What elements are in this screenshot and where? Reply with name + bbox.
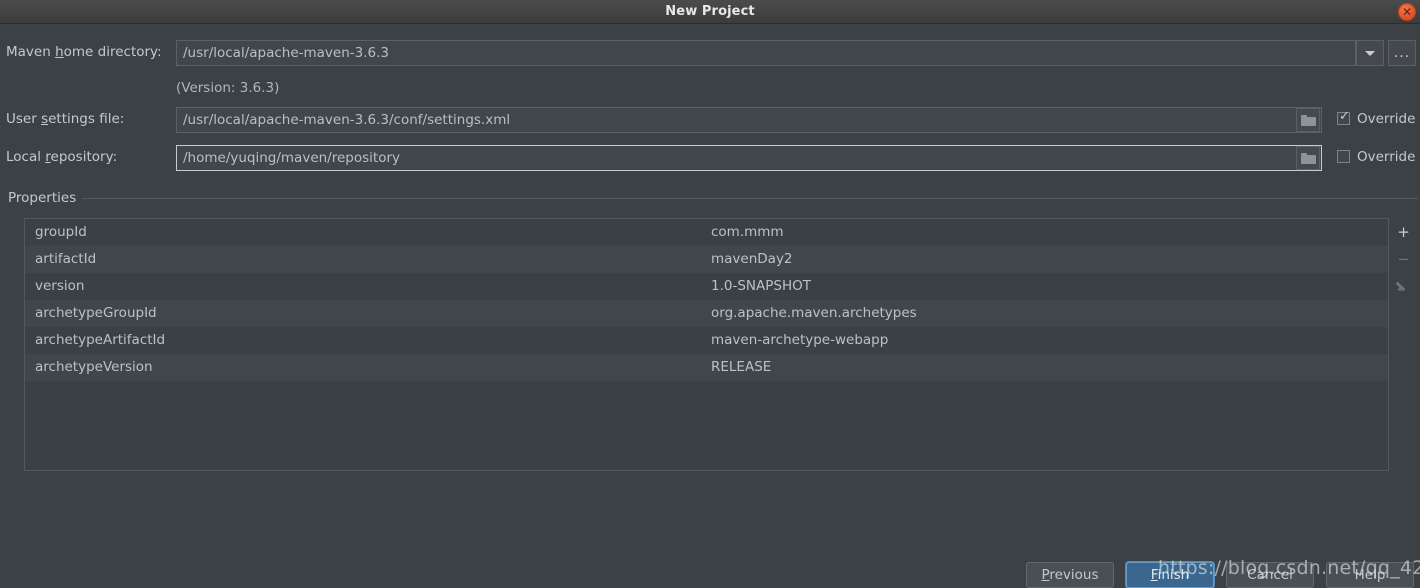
table-row[interactable]: artifactId mavenDay2 [25,246,1388,273]
user-settings-input[interactable]: /usr/local/apache-maven-3.6.3/conf/setti… [176,107,1322,133]
user-settings-browse-button[interactable] [1296,108,1320,132]
cancel-button[interactable]: Cancel [1226,562,1314,588]
property-key: version [35,278,85,294]
table-row[interactable]: groupId com.mmm [25,219,1388,246]
property-key: artifactId [35,251,97,267]
maven-home-label: Maven home directory: [6,44,162,60]
properties-group-title: Properties [8,190,83,206]
folder-icon [1301,153,1316,164]
new-project-dialog: New Project ✕ Maven home directory: /usr… [0,0,1420,588]
property-key: archetypeArtifactId [35,332,166,348]
folder-icon [1301,115,1316,126]
property-value: 1.0-SNAPSHOT [711,278,811,294]
local-repository-browse-button[interactable] [1296,146,1320,170]
add-property-button[interactable]: + [1390,219,1417,246]
local-repository-label: Local repository: [6,149,118,165]
check-glyph: ✓ [1339,109,1350,124]
close-icon[interactable]: ✕ [1398,3,1416,21]
property-key: archetypeVersion [35,359,153,375]
maven-version-note: (Version: 3.6.3) [176,80,280,96]
local-repository-override-checkbox[interactable] [1337,150,1350,163]
plus-icon: + [1397,223,1410,241]
help-button[interactable]: Help [1326,562,1414,588]
property-value: mavenDay2 [711,251,793,267]
table-row[interactable]: archetypeVersion RELEASE [25,354,1388,381]
property-key: archetypeGroupId [35,305,157,321]
property-value: RELEASE [711,359,772,375]
maven-home-dropdown-button[interactable] [1356,40,1384,66]
properties-table-body: groupId com.mmm artifactId mavenDay2 ver… [25,219,1388,381]
previous-button[interactable]: Previous [1026,562,1114,588]
local-repository-input[interactable]: /home/yuqing/maven/repository [176,145,1322,171]
property-key: groupId [35,224,87,240]
close-glyph: ✕ [1401,5,1413,19]
property-value: com.mmm [711,224,784,240]
table-row[interactable]: version 1.0-SNAPSHOT [25,273,1388,300]
minus-icon: − [1397,250,1410,268]
edit-property-button[interactable] [1390,273,1417,300]
local-repository-override-label: Override [1357,149,1416,165]
table-row[interactable]: archetypeArtifactId maven-archetype-weba… [25,327,1388,354]
title-bar: New Project ✕ [0,0,1420,24]
table-row[interactable]: archetypeGroupId org.apache.maven.archet… [25,300,1388,327]
chevron-down-icon [1365,51,1375,56]
user-settings-override-label: Override [1357,111,1416,127]
user-settings-override-checkbox[interactable]: ✓ [1337,109,1350,125]
ellipsis-icon: ... [1393,45,1411,61]
user-settings-label: User settings file: [6,111,125,127]
maven-home-input[interactable]: /usr/local/apache-maven-3.6.3 [176,40,1356,66]
remove-property-button[interactable]: − [1390,246,1417,273]
property-value: org.apache.maven.archetypes [711,305,917,321]
maven-home-browse-button[interactable]: ... [1388,40,1416,66]
properties-table[interactable]: groupId com.mmm artifactId mavenDay2 ver… [24,218,1389,471]
window-title: New Project [665,4,755,19]
finish-button[interactable]: Finish [1126,562,1214,588]
property-value: maven-archetype-webapp [711,332,889,348]
properties-group-divider [82,198,1418,199]
pencil-icon [1398,280,1409,291]
properties-toolbar: + − [1390,219,1417,300]
